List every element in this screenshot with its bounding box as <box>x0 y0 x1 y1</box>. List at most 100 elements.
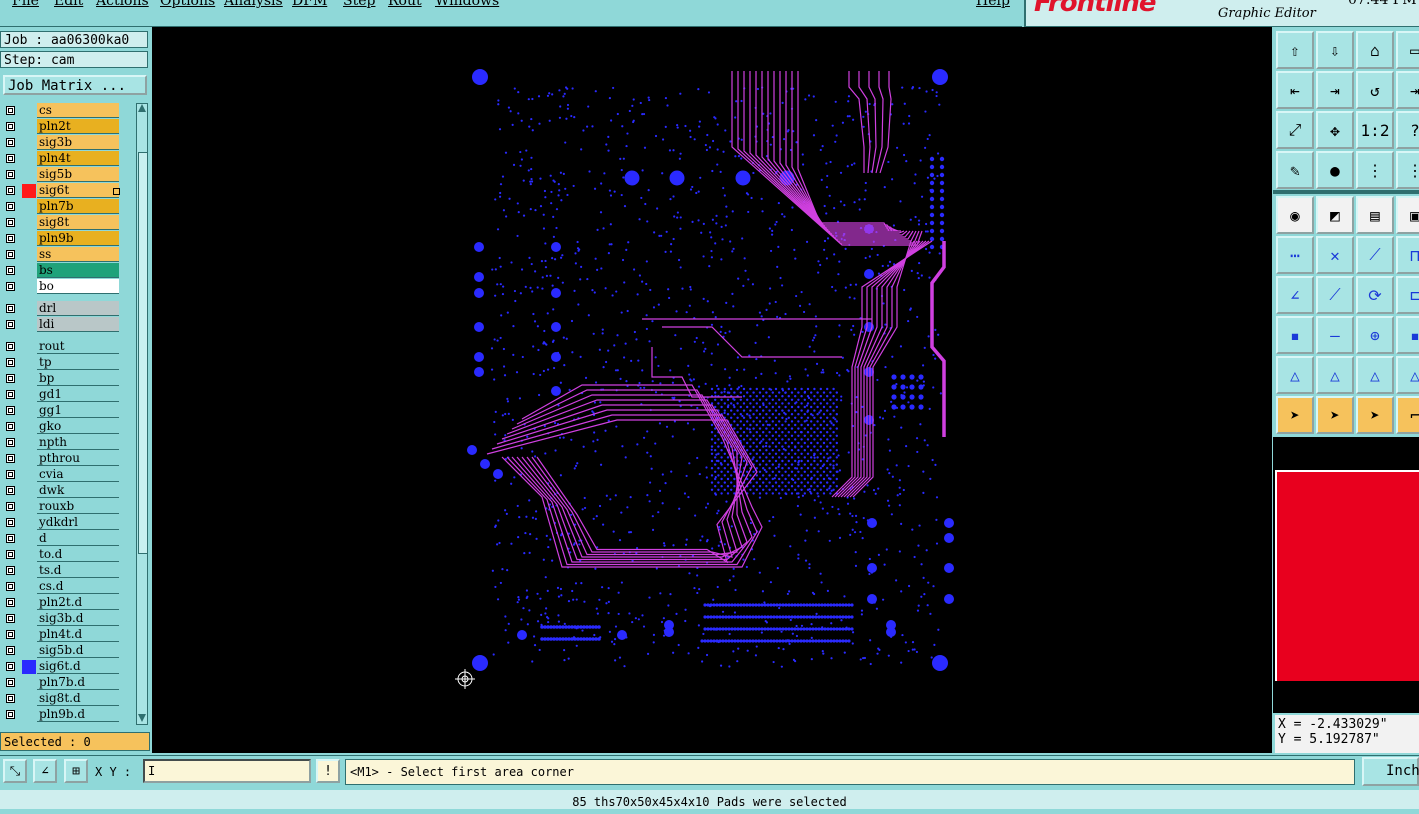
layer-checkbox[interactable] <box>6 502 15 511</box>
layer-row[interactable]: pthrou <box>0 451 134 467</box>
layer-checkbox[interactable] <box>6 646 15 655</box>
layer-name[interactable]: pthrou <box>37 451 119 466</box>
layer-name[interactable]: d <box>37 531 119 546</box>
layer-color-swatch[interactable] <box>22 232 36 246</box>
snap-icon[interactable]: ⤡ <box>3 759 27 783</box>
edit-tool-2-icon[interactable]: ⟋ <box>1316 276 1354 314</box>
layer-color-swatch[interactable] <box>22 136 36 150</box>
layer-name[interactable]: gko <box>37 419 119 434</box>
edit-tool-4-icon[interactable]: ⊏ <box>1396 276 1419 314</box>
layer-color-swatch[interactable] <box>22 516 36 530</box>
layer-color-swatch[interactable] <box>22 708 36 722</box>
layer-color-swatch[interactable] <box>22 264 36 278</box>
layer-color-swatch[interactable] <box>22 548 36 562</box>
layer-name[interactable]: sig8t <box>37 215 119 230</box>
scroll-thumb[interactable] <box>138 152 148 554</box>
layer-checkbox[interactable] <box>6 106 15 115</box>
draw-tool-2-icon[interactable]: ◩ <box>1316 196 1354 234</box>
layer-row[interactable]: ldi <box>0 317 134 333</box>
layer-name[interactable]: cs <box>37 103 119 118</box>
menu-file[interactable]: File <box>12 0 39 9</box>
layer-row[interactable]: dwk <box>0 483 134 499</box>
menu-rout[interactable]: Rout <box>388 0 422 9</box>
grid-icon[interactable]: ⊞ <box>64 759 88 783</box>
layer-name[interactable]: ss <box>37 247 119 262</box>
pcb-view[interactable] <box>152 27 1272 753</box>
layer-row[interactable]: sig5b.d <box>0 643 134 659</box>
layer-name[interactable]: pln9b.d <box>37 707 119 722</box>
layer-row[interactable]: pln2t.d <box>0 595 134 611</box>
layer-color-swatch[interactable] <box>22 644 36 658</box>
alert-icon[interactable]: ! <box>316 759 340 783</box>
layer-row[interactable]: rouxb <box>0 499 134 515</box>
angle-icon[interactable]: ∠ <box>33 759 57 783</box>
layer-name[interactable]: ldi <box>37 317 119 332</box>
layer-checkbox[interactable] <box>6 486 15 495</box>
layer-row[interactable]: cs <box>0 103 134 119</box>
layer-checkbox[interactable] <box>6 250 15 259</box>
layer-row[interactable]: pln7b.d <box>0 675 134 691</box>
layer-checkbox[interactable] <box>6 470 15 479</box>
layer-name[interactable]: pln4t.d <box>37 627 119 642</box>
layer-checkbox[interactable] <box>6 454 15 463</box>
tools-tool-3-icon[interactable]: ⋮ <box>1356 151 1394 189</box>
layer-color-swatch[interactable] <box>22 564 36 578</box>
tools-tool-4-icon[interactable]: ⋮ <box>1396 151 1419 189</box>
layer-row[interactable]: npth <box>0 435 134 451</box>
layer-color-swatch[interactable] <box>22 612 36 626</box>
nodes-tool-4-icon[interactable]: ⊓ <box>1396 236 1419 274</box>
layer-color-swatch[interactable] <box>22 532 36 546</box>
shape-tool-2-icon[interactable]: — <box>1316 316 1354 354</box>
layer-color-swatch[interactable] <box>22 388 36 402</box>
layer-row[interactable]: bp <box>0 371 134 387</box>
layer-row[interactable]: pln7b <box>0 199 134 215</box>
layer-name[interactable]: to.d <box>37 547 119 562</box>
measure-tool-2-icon[interactable]: △ <box>1316 356 1354 394</box>
overview-map[interactable] <box>1273 437 1419 713</box>
layer-color-swatch[interactable] <box>22 420 36 434</box>
layer-row[interactable]: pln4t.d <box>0 627 134 643</box>
zoom-tool-3-icon[interactable]: ↺ <box>1356 71 1394 109</box>
zoom-tool-2-icon[interactable]: ⇥ <box>1316 71 1354 109</box>
layer-row[interactable]: gko <box>0 419 134 435</box>
layer-row[interactable]: sig8t.d <box>0 691 134 707</box>
layer-checkbox[interactable] <box>6 710 15 719</box>
draw-tool-4-icon[interactable]: ▣ <box>1396 196 1419 234</box>
layer-checkbox[interactable] <box>6 678 15 687</box>
layer-color-swatch[interactable] <box>22 500 36 514</box>
layer-row[interactable]: cs.d <box>0 579 134 595</box>
layer-row[interactable]: drl <box>0 301 134 317</box>
layer-checkbox[interactable] <box>6 550 15 559</box>
menu-step[interactable]: Step <box>343 0 375 9</box>
layer-row[interactable]: sig8t <box>0 215 134 231</box>
layer-color-swatch[interactable] <box>22 184 36 198</box>
nav-tool-2-icon[interactable]: ⇩ <box>1316 31 1354 69</box>
edit-tool-1-icon[interactable]: ∠ <box>1276 276 1314 314</box>
layer-name[interactable]: sig5b.d <box>37 643 119 658</box>
layer-name[interactable]: sig3b <box>37 135 119 150</box>
layer-color-swatch[interactable] <box>22 216 36 230</box>
nodes-tool-3-icon[interactable]: ⟋ <box>1356 236 1394 274</box>
layer-checkbox[interactable] <box>6 234 15 243</box>
layer-checkbox[interactable] <box>6 662 15 671</box>
layer-checkbox[interactable] <box>6 320 15 329</box>
layer-row[interactable]: sig6t <box>0 183 134 199</box>
nodes-tool-2-icon[interactable]: ✕ <box>1316 236 1354 274</box>
layer-name[interactable]: sig6t.d <box>37 659 119 674</box>
layer-name[interactable]: tp <box>37 355 119 370</box>
layer-name[interactable]: pln2t.d <box>37 595 119 610</box>
layer-color-swatch[interactable] <box>22 660 36 674</box>
layer-color-swatch[interactable] <box>22 340 36 354</box>
layer-name[interactable]: sig6t <box>37 183 119 198</box>
menu-edit[interactable]: Edit <box>54 0 83 9</box>
layer-checkbox[interactable] <box>6 534 15 543</box>
layer-checkbox[interactable] <box>6 186 15 195</box>
menu-analysis[interactable]: Analysis <box>224 0 283 9</box>
layer-color-swatch[interactable] <box>22 692 36 706</box>
menu-help[interactable]: Help <box>976 0 1010 9</box>
layer-color-swatch[interactable] <box>22 452 36 466</box>
select-tool-2-icon[interactable]: ➤ <box>1316 396 1354 434</box>
layer-checkbox[interactable] <box>6 614 15 623</box>
fit-tool-1-icon[interactable]: ⤢ <box>1276 111 1314 149</box>
select-tool-4-icon[interactable]: ⌐ <box>1396 396 1419 434</box>
